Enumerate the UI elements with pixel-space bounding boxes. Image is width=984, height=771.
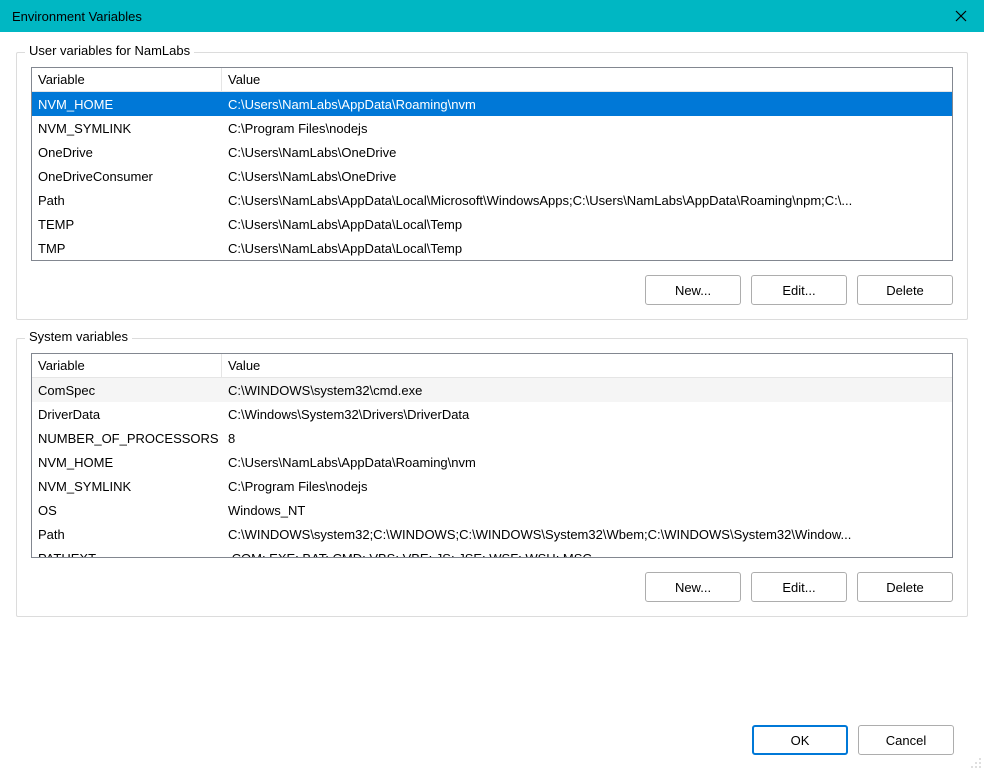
- cell-variable: ComSpec: [32, 383, 222, 398]
- table-row[interactable]: ComSpecC:\WINDOWS\system32\cmd.exe: [32, 378, 952, 402]
- table-row[interactable]: OneDriveC:\Users\NamLabs\OneDrive: [32, 140, 952, 164]
- resize-grip-icon[interactable]: [968, 755, 982, 769]
- system-new-button[interactable]: New...: [645, 572, 741, 602]
- cell-value: C:\Users\NamLabs\OneDrive: [222, 169, 952, 184]
- cell-variable: NVM_SYMLINK: [32, 121, 222, 136]
- cell-value: C:\Users\NamLabs\OneDrive: [222, 145, 952, 160]
- column-header-value[interactable]: Value: [222, 358, 952, 373]
- table-row[interactable]: NVM_SYMLINKC:\Program Files\nodejs: [32, 116, 952, 140]
- cell-value: 8: [222, 431, 952, 446]
- system-variables-legend: System variables: [25, 329, 132, 344]
- cell-variable: TEMP: [32, 217, 222, 232]
- table-row[interactable]: PathC:\WINDOWS\system32;C:\WINDOWS;C:\WI…: [32, 522, 952, 546]
- cell-value: C:\Program Files\nodejs: [222, 121, 952, 136]
- cell-variable: PATHEXT: [32, 551, 222, 559]
- cell-value: C:\Users\NamLabs\AppData\Local\Microsoft…: [222, 193, 952, 208]
- dialog-content: User variables for NamLabs Variable Valu…: [0, 32, 984, 771]
- cell-variable: OneDriveConsumer: [32, 169, 222, 184]
- close-button[interactable]: [938, 0, 984, 32]
- titlebar: Environment Variables: [0, 0, 984, 32]
- cell-variable: NVM_HOME: [32, 97, 222, 112]
- cell-value: C:\Users\NamLabs\AppData\Roaming\nvm: [222, 97, 952, 112]
- system-variables-group: System variables Variable Value ComSpecC…: [16, 338, 968, 617]
- user-new-button[interactable]: New...: [645, 275, 741, 305]
- cell-variable: NUMBER_OF_PROCESSORS: [32, 431, 222, 446]
- cell-value: C:\Users\NamLabs\AppData\Local\Temp: [222, 241, 952, 256]
- table-row[interactable]: NVM_HOMEC:\Users\NamLabs\AppData\Roaming…: [32, 450, 952, 474]
- cell-value: C:\Users\NamLabs\AppData\Roaming\nvm: [222, 455, 952, 470]
- cell-value: C:\WINDOWS\system32\cmd.exe: [222, 383, 952, 398]
- user-table-header: Variable Value: [32, 68, 952, 92]
- user-buttons-row: New... Edit... Delete: [31, 275, 953, 305]
- cell-value: Windows_NT: [222, 503, 952, 518]
- table-row[interactable]: NVM_HOMEC:\Users\NamLabs\AppData\Roaming…: [32, 92, 952, 116]
- cell-variable: DriverData: [32, 407, 222, 422]
- system-delete-button[interactable]: Delete: [857, 572, 953, 602]
- system-buttons-row: New... Edit... Delete: [31, 572, 953, 602]
- system-variables-table[interactable]: Variable Value ComSpecC:\WINDOWS\system3…: [31, 353, 953, 558]
- table-row[interactable]: PATHEXT.COM;.EXE;.BAT;.CMD;.VBS;.VBE;.JS…: [32, 546, 952, 558]
- user-edit-button[interactable]: Edit...: [751, 275, 847, 305]
- cancel-button[interactable]: Cancel: [858, 725, 954, 755]
- cell-variable: OS: [32, 503, 222, 518]
- table-row[interactable]: OneDriveConsumerC:\Users\NamLabs\OneDriv…: [32, 164, 952, 188]
- table-row[interactable]: NVM_SYMLINKC:\Program Files\nodejs: [32, 474, 952, 498]
- window-title: Environment Variables: [12, 9, 142, 24]
- dialog-buttons: OK Cancel: [16, 725, 968, 755]
- table-row[interactable]: OSWindows_NT: [32, 498, 952, 522]
- cell-value: C:\Program Files\nodejs: [222, 479, 952, 494]
- system-table-header: Variable Value: [32, 354, 952, 378]
- cell-value: C:\WINDOWS\system32;C:\WINDOWS;C:\WINDOW…: [222, 527, 952, 542]
- user-variables-table[interactable]: Variable Value NVM_HOMEC:\Users\NamLabs\…: [31, 67, 953, 261]
- table-row[interactable]: TMPC:\Users\NamLabs\AppData\Local\Temp: [32, 236, 952, 260]
- user-variables-legend: User variables for NamLabs: [25, 43, 194, 58]
- column-header-variable[interactable]: Variable: [32, 354, 222, 377]
- cell-variable: TMP: [32, 241, 222, 256]
- cell-value: C:\Windows\System32\Drivers\DriverData: [222, 407, 952, 422]
- table-row[interactable]: NUMBER_OF_PROCESSORS8: [32, 426, 952, 450]
- system-edit-button[interactable]: Edit...: [751, 572, 847, 602]
- table-row[interactable]: TEMPC:\Users\NamLabs\AppData\Local\Temp: [32, 212, 952, 236]
- user-variables-group: User variables for NamLabs Variable Valu…: [16, 52, 968, 320]
- cell-variable: Path: [32, 193, 222, 208]
- column-header-value[interactable]: Value: [222, 72, 952, 87]
- cell-value: .COM;.EXE;.BAT;.CMD;.VBS;.VBE;.JS;.JSE;.…: [222, 551, 952, 559]
- table-row[interactable]: PathC:\Users\NamLabs\AppData\Local\Micro…: [32, 188, 952, 212]
- close-icon: [955, 10, 967, 22]
- cell-variable: OneDrive: [32, 145, 222, 160]
- column-header-variable[interactable]: Variable: [32, 68, 222, 91]
- cell-variable: Path: [32, 527, 222, 542]
- user-delete-button[interactable]: Delete: [857, 275, 953, 305]
- cell-variable: NVM_SYMLINK: [32, 479, 222, 494]
- ok-button[interactable]: OK: [752, 725, 848, 755]
- cell-value: C:\Users\NamLabs\AppData\Local\Temp: [222, 217, 952, 232]
- table-row[interactable]: DriverDataC:\Windows\System32\Drivers\Dr…: [32, 402, 952, 426]
- cell-variable: NVM_HOME: [32, 455, 222, 470]
